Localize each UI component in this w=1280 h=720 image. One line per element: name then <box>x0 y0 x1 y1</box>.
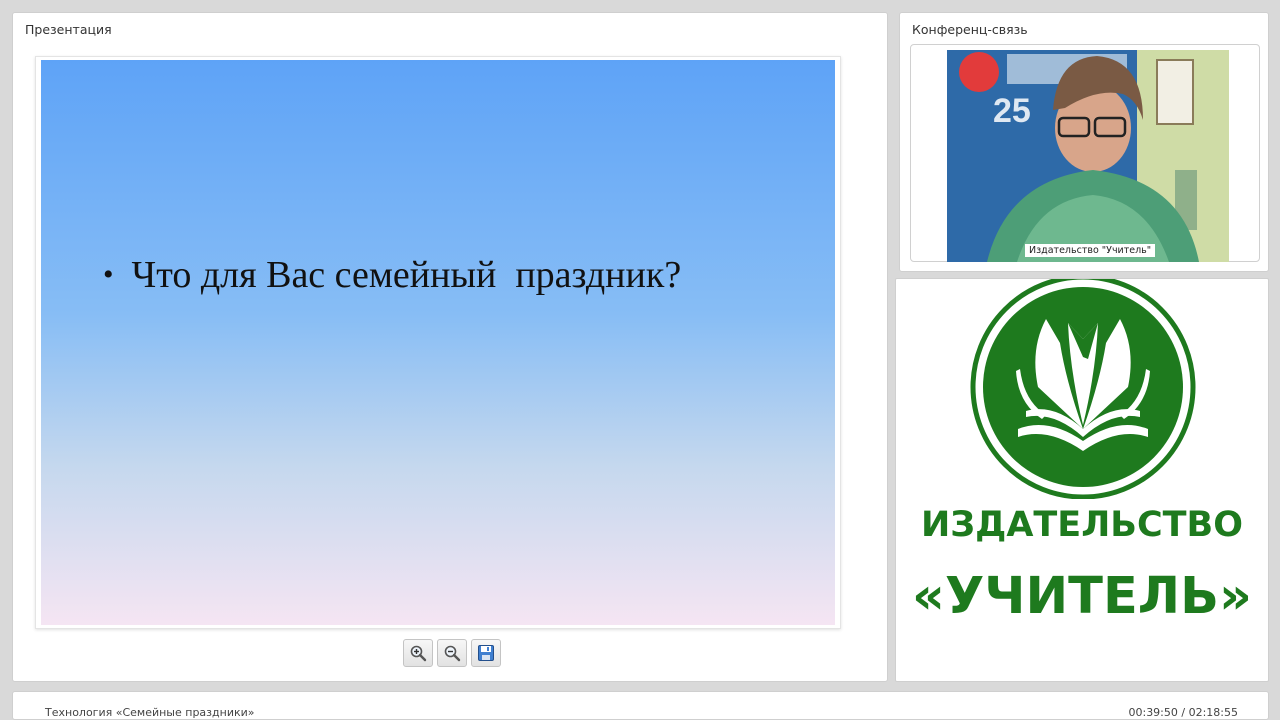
playback-bar: Технология «Семейные праздники» 00:39:50… <box>12 691 1269 720</box>
presentation-panel: Презентация • Что для Вас семейный праздн… <box>12 12 888 682</box>
conference-panel-title: Конференц-связь <box>912 22 1028 37</box>
video-box: 25 Издательство "Учитель" <box>910 44 1260 262</box>
presentation-panel-title: Презентация <box>25 22 112 37</box>
save-button[interactable] <box>471 639 501 667</box>
publisher-name-line2: «УЧИТЕЛЬ» <box>912 567 1252 626</box>
publisher-logo-emblem <box>970 279 1196 499</box>
slide-bullet: • Что для Вас семейный праздник? <box>103 253 681 297</box>
publisher-name-line1: ИЗДАТЕЛЬСТВО <box>921 505 1243 545</box>
save-icon <box>478 645 494 661</box>
video-scene: 25 <box>947 50 1229 262</box>
zoom-out-button[interactable] <box>437 639 467 667</box>
zoom-in-icon <box>410 645 427 662</box>
conference-panel: Конференц-связь 25 Издательство "Учитель… <box>899 12 1269 272</box>
slide-frame: • Что для Вас семейный праздник? <box>35 56 841 629</box>
slide: • Что для Вас семейный праздник? <box>41 60 835 625</box>
playback-time: 00:39:50 / 02:18:55 <box>1128 706 1238 719</box>
participant-name-label: Издательство "Учитель" <box>1025 244 1156 257</box>
bullet-dot-icon: • <box>103 258 114 291</box>
slide-toolbar <box>403 639 501 669</box>
participant-video[interactable]: 25 Издательство "Учитель" <box>947 50 1229 262</box>
svg-text:25: 25 <box>993 92 1031 130</box>
zoom-in-button[interactable] <box>403 639 433 667</box>
slide-bullet-text: Что для Вас семейный праздник? <box>131 254 682 296</box>
publisher-logo-panel: ИЗДАТЕЛЬСТВО «УЧИТЕЛЬ» <box>895 278 1269 682</box>
lecture-title: Технология «Семейные праздники» <box>45 706 255 719</box>
zoom-out-icon <box>444 645 461 662</box>
